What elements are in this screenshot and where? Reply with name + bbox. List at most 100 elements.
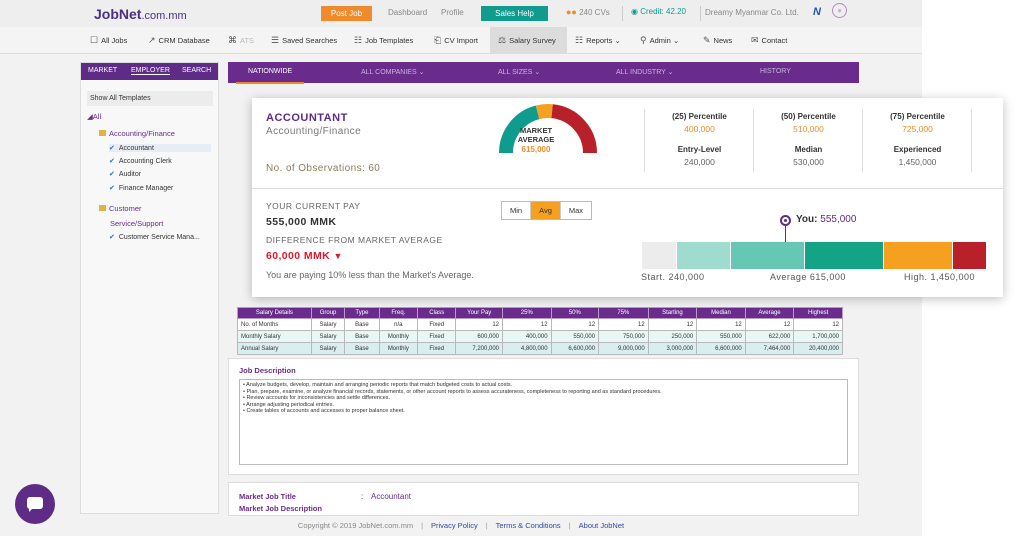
- tree-accountant[interactable]: ✔ Accountant: [109, 144, 211, 152]
- tree-customer-service-line2[interactable]: Service/Support: [110, 219, 163, 228]
- nav-all-jobs[interactable]: ☐ All Jobs: [90, 27, 127, 54]
- microphone-icon[interactable]: ●: [832, 3, 847, 18]
- entry-level: Entry-Level 240,000: [677, 145, 722, 167]
- filter-all-industry[interactable]: ALL INDUSTRY ⌄: [616, 68, 674, 76]
- table-cell: Fixed: [417, 330, 457, 343]
- tree-all[interactable]: ◢All: [87, 112, 101, 121]
- toggle-avg[interactable]: Avg: [531, 202, 561, 219]
- table-header: 75%: [598, 307, 649, 319]
- survey-filter-bar: NATIONWIDE ALL COMPANIES ⌄ ALL SIZES ⌄ A…: [228, 62, 859, 84]
- range-bar-high: [953, 242, 986, 269]
- tree-customer-service[interactable]: Customer: [99, 204, 142, 213]
- range-bar-average: [805, 242, 883, 269]
- median: Median 530,000: [793, 145, 824, 167]
- tree-accounting-clerk[interactable]: ✔ Accounting Clerk: [109, 157, 172, 165]
- filter-history[interactable]: HISTORY: [760, 68, 791, 75]
- nav-admin[interactable]: ⚲ Admin ⌄: [640, 27, 679, 54]
- divider: [644, 109, 645, 172]
- privacy-policy-link[interactable]: Privacy Policy: [431, 521, 478, 530]
- divider: [753, 109, 754, 172]
- dashboard-link[interactable]: Dashboard: [388, 8, 427, 17]
- table-header: Median: [696, 307, 746, 319]
- filter-nationwide[interactable]: NATIONWIDE: [235, 68, 305, 84]
- nav-ats[interactable]: ⌘ ATS: [228, 27, 254, 54]
- report-icon: ☷: [575, 35, 584, 45]
- pay-marker-line: [785, 226, 786, 242]
- check-icon: ✔: [109, 234, 115, 241]
- import-icon: ⎗: [434, 35, 442, 45]
- percentile-25: (25) Percentile 400,000: [672, 112, 727, 134]
- link-icon: ⌘: [228, 35, 237, 45]
- nav-crm-database[interactable]: ↗ CRM Database: [148, 27, 210, 54]
- nav-job-templates[interactable]: ☷ Job Templates: [354, 27, 413, 54]
- show-all-templates[interactable]: Show All Templates: [87, 91, 213, 106]
- table-header: Starting: [647, 307, 698, 319]
- location-pin-icon: [780, 215, 791, 226]
- filter-all-companies[interactable]: ALL COMPANIES ⌄: [361, 68, 424, 76]
- tree-customer-service-manager[interactable]: ✔ Customer Service Mana...: [109, 233, 200, 241]
- table-cell: 600,000: [455, 330, 504, 343]
- range-bar-low: [677, 242, 730, 269]
- chevron-down-icon: ▼: [333, 251, 343, 261]
- chevron-down-icon: ⌄: [667, 69, 674, 76]
- table-cell: 12: [696, 318, 746, 331]
- gauge-label: MARKET AVERAGE: [517, 126, 555, 144]
- market-job-description-label: Market Job Description: [239, 504, 322, 513]
- min-avg-max-toggle: Min Avg Max: [501, 201, 593, 220]
- profile-link[interactable]: Profile: [441, 8, 464, 17]
- nav-salary-survey[interactable]: ⚖ Salary Survey: [490, 27, 567, 54]
- table-cell: Salary: [310, 330, 346, 343]
- table-header: 25%: [502, 307, 552, 319]
- toggle-min[interactable]: Min: [502, 202, 532, 219]
- experienced: Experienced 1,450,000: [893, 145, 942, 167]
- jobnet-logo[interactable]: JobNet.com.mm: [94, 6, 187, 22]
- post-job-button[interactable]: Post Job: [321, 6, 372, 21]
- divider: [700, 6, 701, 21]
- top-header: JobNet.com.mm Post Job Dashboard Profile…: [0, 0, 922, 27]
- tab-market[interactable]: MARKET: [88, 67, 117, 74]
- tree-accounting-finance[interactable]: Accounting/Finance: [99, 129, 175, 138]
- filter-all-sizes[interactable]: ALL SIZES ⌄: [498, 68, 540, 76]
- table-cell: Monthly Salary: [237, 330, 312, 343]
- table-row: No. of Months Salary Base n/a Fixed 12 1…: [237, 318, 843, 331]
- table-header: Your Pay: [455, 307, 504, 319]
- nav-cv-import[interactable]: ⎗ CV Import: [434, 27, 478, 54]
- table-cell: Fixed: [417, 318, 457, 331]
- company-name[interactable]: Dreamy Myanmar Co. Ltd.: [705, 8, 799, 17]
- tab-employer[interactable]: EMPLOYER: [131, 67, 170, 75]
- gauge-segment-orange: [535, 104, 553, 120]
- table-cell: 550,000: [550, 330, 600, 343]
- users-icon: ●●: [566, 7, 577, 17]
- nav-news[interactable]: ✎ News: [703, 27, 732, 54]
- table-cell: n/a: [378, 318, 419, 331]
- toggle-max[interactable]: Max: [560, 202, 592, 219]
- template-sidebar: MARKET EMPLOYER SEARCH Show All Template…: [80, 62, 219, 514]
- partner-logo: N: [813, 6, 821, 18]
- pen-icon: ✎: [703, 35, 711, 45]
- terms-link[interactable]: Terms & Conditions: [496, 521, 561, 530]
- chevron-down-icon: ⌄: [672, 36, 680, 45]
- sales-help-button[interactable]: Sales Help: [481, 6, 548, 21]
- grid-icon: ☷: [354, 35, 363, 45]
- tree-finance-manager[interactable]: ✔ Finance Manager: [109, 184, 173, 192]
- range-bar-upper: [884, 242, 952, 269]
- main-nav: ☐ All Jobs ↗ CRM Database ⌘ ATS ☰ Saved Sear…: [0, 27, 922, 54]
- cv-count[interactable]: ●● 240 CVs: [566, 7, 610, 17]
- about-link[interactable]: About JobNet: [579, 521, 624, 530]
- range-high-label: High. 1,450,000: [904, 272, 976, 282]
- tab-search[interactable]: SEARCH: [182, 67, 211, 74]
- nav-reports[interactable]: ☷ Reports ⌄: [575, 27, 621, 54]
- chevron-down-icon: ⌄: [614, 36, 621, 45]
- chat-button[interactable]: [15, 484, 55, 524]
- table-cell: No. of Months: [237, 318, 312, 331]
- nav-contact[interactable]: ✉ Contact: [751, 27, 787, 54]
- market-job-panel: Market Job Title : Accountant Market Job…: [228, 482, 859, 516]
- sidebar-tabs: MARKET EMPLOYER SEARCH: [81, 63, 218, 80]
- nav-saved-searches[interactable]: ☰ Saved Searches: [271, 27, 337, 54]
- copyright: Copyright © 2019 JobNet.com.mm: [297, 521, 414, 530]
- divider: [252, 188, 1003, 189]
- job-description-textarea[interactable]: • Analyze budgets, develop, maintain and…: [239, 379, 848, 465]
- job-category: Accounting/Finance: [266, 126, 362, 137]
- folder-icon: [99, 130, 106, 136]
- tree-auditor[interactable]: ✔ Auditor: [109, 170, 141, 178]
